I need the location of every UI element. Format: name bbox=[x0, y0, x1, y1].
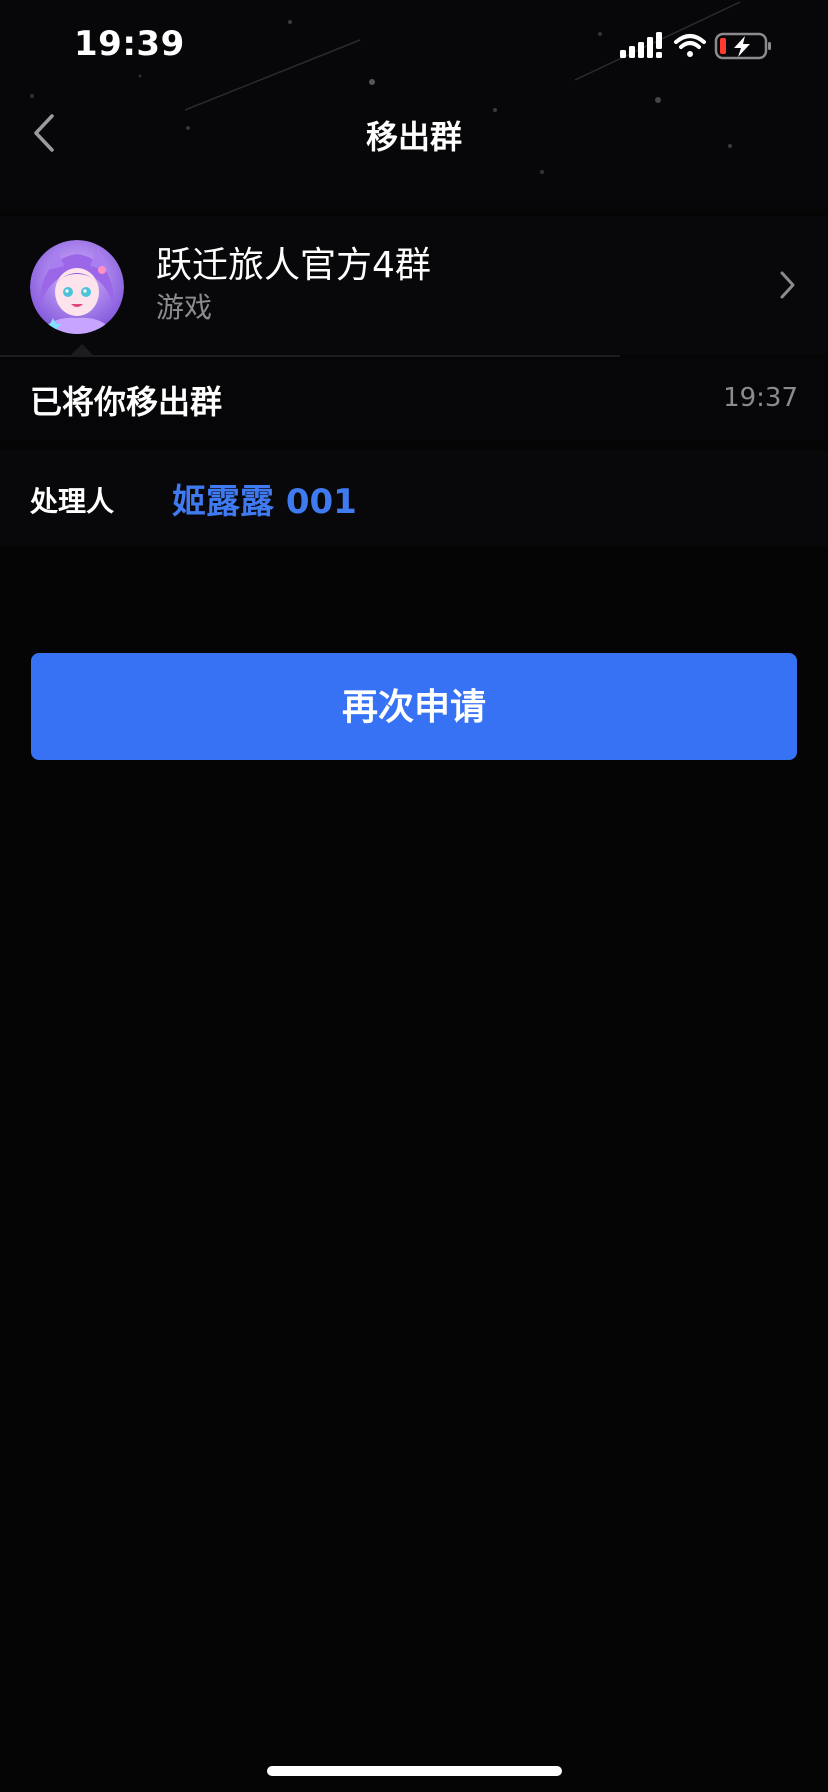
nav-bar: 移出群 bbox=[0, 96, 828, 172]
notice-text: 已将你移出群 bbox=[30, 383, 223, 421]
removal-notice: 已将你移出群 19:37 bbox=[0, 357, 828, 441]
wifi-icon bbox=[674, 34, 706, 57]
status-bar: 19:39 bbox=[0, 0, 828, 96]
handler-name-link[interactable]: 姬露露 001 bbox=[172, 474, 357, 523]
signal-icon bbox=[620, 32, 662, 58]
group-category: 游戏 bbox=[156, 291, 213, 324]
group-name: 跃迁旅人官方4群 bbox=[156, 245, 431, 286]
status-icons bbox=[618, 30, 778, 64]
chevron-right-icon bbox=[778, 268, 798, 302]
handler-label: 处理人 bbox=[30, 485, 115, 518]
reapply-button[interactable]: 再次申请 bbox=[31, 653, 797, 760]
home-indicator bbox=[267, 1766, 562, 1776]
battery-charging-icon bbox=[714, 32, 771, 60]
notice-timestamp: 19:37 bbox=[723, 383, 798, 413]
handler-row: 处理人 姬露露 001 bbox=[0, 450, 828, 546]
status-time: 19:39 bbox=[74, 24, 185, 64]
page-title: 移出群 bbox=[365, 118, 462, 156]
group-card[interactable]: 跃迁旅人官方4群 游戏 bbox=[0, 216, 828, 354]
anime-girl-avatar-icon bbox=[30, 240, 124, 334]
group-avatar bbox=[30, 240, 124, 334]
